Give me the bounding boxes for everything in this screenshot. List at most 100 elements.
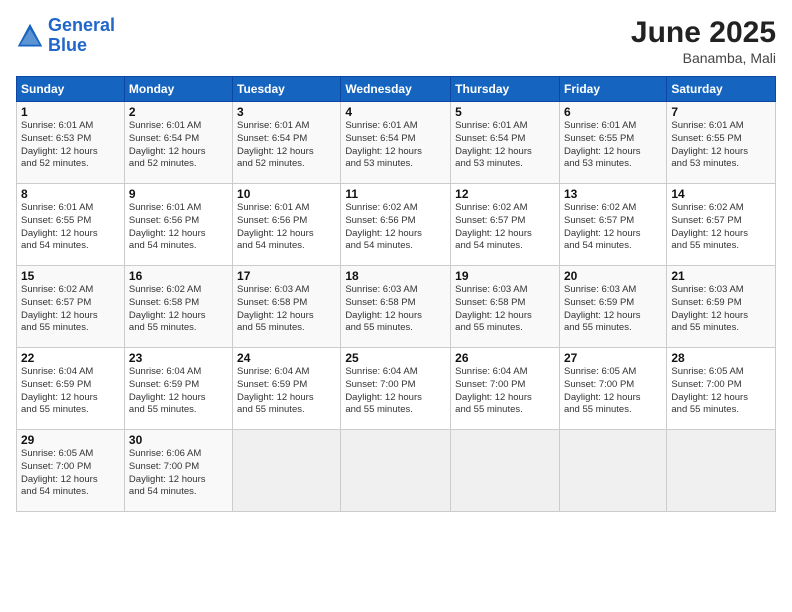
- day-info: Sunrise: 6:04 AM Sunset: 6:59 PM Dayligh…: [129, 366, 228, 417]
- day-info: Sunrise: 6:04 AM Sunset: 7:00 PM Dayligh…: [345, 366, 446, 417]
- day-number: 5: [455, 105, 555, 119]
- day-info: Sunrise: 6:01 AM Sunset: 6:54 PM Dayligh…: [129, 120, 228, 171]
- day-info: Sunrise: 6:03 AM Sunset: 6:58 PM Dayligh…: [237, 284, 336, 335]
- day-number: 17: [237, 269, 336, 283]
- day-number: 11: [345, 187, 446, 201]
- calendar-cell: [559, 430, 666, 512]
- day-number: 9: [129, 187, 228, 201]
- logo: General Blue: [16, 16, 115, 56]
- day-number: 24: [237, 351, 336, 365]
- location-subtitle: Banamba, Mali: [631, 50, 776, 66]
- calendar-cell: [667, 430, 776, 512]
- calendar-table: SundayMondayTuesdayWednesdayThursdayFrid…: [16, 76, 776, 512]
- calendar-cell: 15Sunrise: 6:02 AM Sunset: 6:57 PM Dayli…: [17, 266, 125, 348]
- day-info: Sunrise: 6:02 AM Sunset: 6:58 PM Dayligh…: [129, 284, 228, 335]
- calendar-cell: 24Sunrise: 6:04 AM Sunset: 6:59 PM Dayli…: [233, 348, 341, 430]
- day-number: 7: [671, 105, 771, 119]
- day-number: 21: [671, 269, 771, 283]
- day-info: Sunrise: 6:05 AM Sunset: 7:00 PM Dayligh…: [671, 366, 771, 417]
- month-title: June 2025: [631, 16, 776, 50]
- weekday-header: Wednesday: [341, 77, 451, 102]
- day-info: Sunrise: 6:03 AM Sunset: 6:58 PM Dayligh…: [455, 284, 555, 335]
- calendar-cell: 20Sunrise: 6:03 AM Sunset: 6:59 PM Dayli…: [559, 266, 666, 348]
- calendar-cell: 29Sunrise: 6:05 AM Sunset: 7:00 PM Dayli…: [17, 430, 125, 512]
- logo-line2: Blue: [48, 35, 87, 55]
- header: General Blue June 2025 Banamba, Mali: [16, 16, 776, 66]
- calendar-cell: 9Sunrise: 6:01 AM Sunset: 6:56 PM Daylig…: [124, 184, 232, 266]
- day-number: 20: [564, 269, 662, 283]
- calendar-cell: 17Sunrise: 6:03 AM Sunset: 6:58 PM Dayli…: [233, 266, 341, 348]
- calendar-cell: 21Sunrise: 6:03 AM Sunset: 6:59 PM Dayli…: [667, 266, 776, 348]
- day-number: 3: [237, 105, 336, 119]
- day-number: 27: [564, 351, 662, 365]
- calendar-cell: 25Sunrise: 6:04 AM Sunset: 7:00 PM Dayli…: [341, 348, 451, 430]
- logo-text: General Blue: [48, 16, 115, 56]
- day-number: 23: [129, 351, 228, 365]
- calendar-cell: 2Sunrise: 6:01 AM Sunset: 6:54 PM Daylig…: [124, 102, 232, 184]
- calendar-cell: 6Sunrise: 6:01 AM Sunset: 6:55 PM Daylig…: [559, 102, 666, 184]
- day-info: Sunrise: 6:03 AM Sunset: 6:59 PM Dayligh…: [564, 284, 662, 335]
- weekday-header: Friday: [559, 77, 666, 102]
- day-info: Sunrise: 6:01 AM Sunset: 6:55 PM Dayligh…: [21, 202, 120, 253]
- day-info: Sunrise: 6:06 AM Sunset: 7:00 PM Dayligh…: [129, 448, 228, 499]
- weekday-header: Thursday: [451, 77, 560, 102]
- logo-icon: [16, 22, 44, 50]
- weekday-header: Sunday: [17, 77, 125, 102]
- day-info: Sunrise: 6:02 AM Sunset: 6:57 PM Dayligh…: [671, 202, 771, 253]
- day-info: Sunrise: 6:02 AM Sunset: 6:57 PM Dayligh…: [564, 202, 662, 253]
- day-number: 29: [21, 433, 120, 447]
- page: General Blue June 2025 Banamba, Mali Sun…: [0, 0, 792, 612]
- calendar-cell: 4Sunrise: 6:01 AM Sunset: 6:54 PM Daylig…: [341, 102, 451, 184]
- calendar-cell: 28Sunrise: 6:05 AM Sunset: 7:00 PM Dayli…: [667, 348, 776, 430]
- day-number: 25: [345, 351, 446, 365]
- day-number: 28: [671, 351, 771, 365]
- calendar-cell: [451, 430, 560, 512]
- day-info: Sunrise: 6:01 AM Sunset: 6:55 PM Dayligh…: [564, 120, 662, 171]
- day-number: 22: [21, 351, 120, 365]
- calendar-cell: 7Sunrise: 6:01 AM Sunset: 6:55 PM Daylig…: [667, 102, 776, 184]
- day-number: 26: [455, 351, 555, 365]
- day-number: 19: [455, 269, 555, 283]
- calendar-cell: 13Sunrise: 6:02 AM Sunset: 6:57 PM Dayli…: [559, 184, 666, 266]
- calendar-cell: 22Sunrise: 6:04 AM Sunset: 6:59 PM Dayli…: [17, 348, 125, 430]
- day-number: 16: [129, 269, 228, 283]
- day-info: Sunrise: 6:01 AM Sunset: 6:53 PM Dayligh…: [21, 120, 120, 171]
- day-info: Sunrise: 6:04 AM Sunset: 7:00 PM Dayligh…: [455, 366, 555, 417]
- calendar-cell: 23Sunrise: 6:04 AM Sunset: 6:59 PM Dayli…: [124, 348, 232, 430]
- day-number: 13: [564, 187, 662, 201]
- day-info: Sunrise: 6:01 AM Sunset: 6:55 PM Dayligh…: [671, 120, 771, 171]
- calendar-cell: 16Sunrise: 6:02 AM Sunset: 6:58 PM Dayli…: [124, 266, 232, 348]
- day-info: Sunrise: 6:01 AM Sunset: 6:56 PM Dayligh…: [237, 202, 336, 253]
- title-area: June 2025 Banamba, Mali: [631, 16, 776, 66]
- calendar-cell: 26Sunrise: 6:04 AM Sunset: 7:00 PM Dayli…: [451, 348, 560, 430]
- day-number: 15: [21, 269, 120, 283]
- day-number: 12: [455, 187, 555, 201]
- calendar-cell: 1Sunrise: 6:01 AM Sunset: 6:53 PM Daylig…: [17, 102, 125, 184]
- day-info: Sunrise: 6:01 AM Sunset: 6:56 PM Dayligh…: [129, 202, 228, 253]
- day-number: 30: [129, 433, 228, 447]
- day-number: 4: [345, 105, 446, 119]
- day-info: Sunrise: 6:03 AM Sunset: 6:59 PM Dayligh…: [671, 284, 771, 335]
- day-number: 1: [21, 105, 120, 119]
- calendar-cell: 10Sunrise: 6:01 AM Sunset: 6:56 PM Dayli…: [233, 184, 341, 266]
- calendar-cell: 27Sunrise: 6:05 AM Sunset: 7:00 PM Dayli…: [559, 348, 666, 430]
- weekday-header: Saturday: [667, 77, 776, 102]
- day-info: Sunrise: 6:05 AM Sunset: 7:00 PM Dayligh…: [564, 366, 662, 417]
- day-number: 2: [129, 105, 228, 119]
- logo-line1: General: [48, 15, 115, 35]
- day-info: Sunrise: 6:02 AM Sunset: 6:57 PM Dayligh…: [21, 284, 120, 335]
- calendar-cell: 5Sunrise: 6:01 AM Sunset: 6:54 PM Daylig…: [451, 102, 560, 184]
- day-number: 18: [345, 269, 446, 283]
- day-info: Sunrise: 6:02 AM Sunset: 6:57 PM Dayligh…: [455, 202, 555, 253]
- calendar-cell: 11Sunrise: 6:02 AM Sunset: 6:56 PM Dayli…: [341, 184, 451, 266]
- day-info: Sunrise: 6:01 AM Sunset: 6:54 PM Dayligh…: [455, 120, 555, 171]
- day-number: 8: [21, 187, 120, 201]
- calendar-cell: [341, 430, 451, 512]
- weekday-header: Tuesday: [233, 77, 341, 102]
- calendar-cell: 30Sunrise: 6:06 AM Sunset: 7:00 PM Dayli…: [124, 430, 232, 512]
- day-number: 10: [237, 187, 336, 201]
- calendar-cell: 12Sunrise: 6:02 AM Sunset: 6:57 PM Dayli…: [451, 184, 560, 266]
- calendar-cell: 14Sunrise: 6:02 AM Sunset: 6:57 PM Dayli…: [667, 184, 776, 266]
- day-info: Sunrise: 6:04 AM Sunset: 6:59 PM Dayligh…: [237, 366, 336, 417]
- day-info: Sunrise: 6:02 AM Sunset: 6:56 PM Dayligh…: [345, 202, 446, 253]
